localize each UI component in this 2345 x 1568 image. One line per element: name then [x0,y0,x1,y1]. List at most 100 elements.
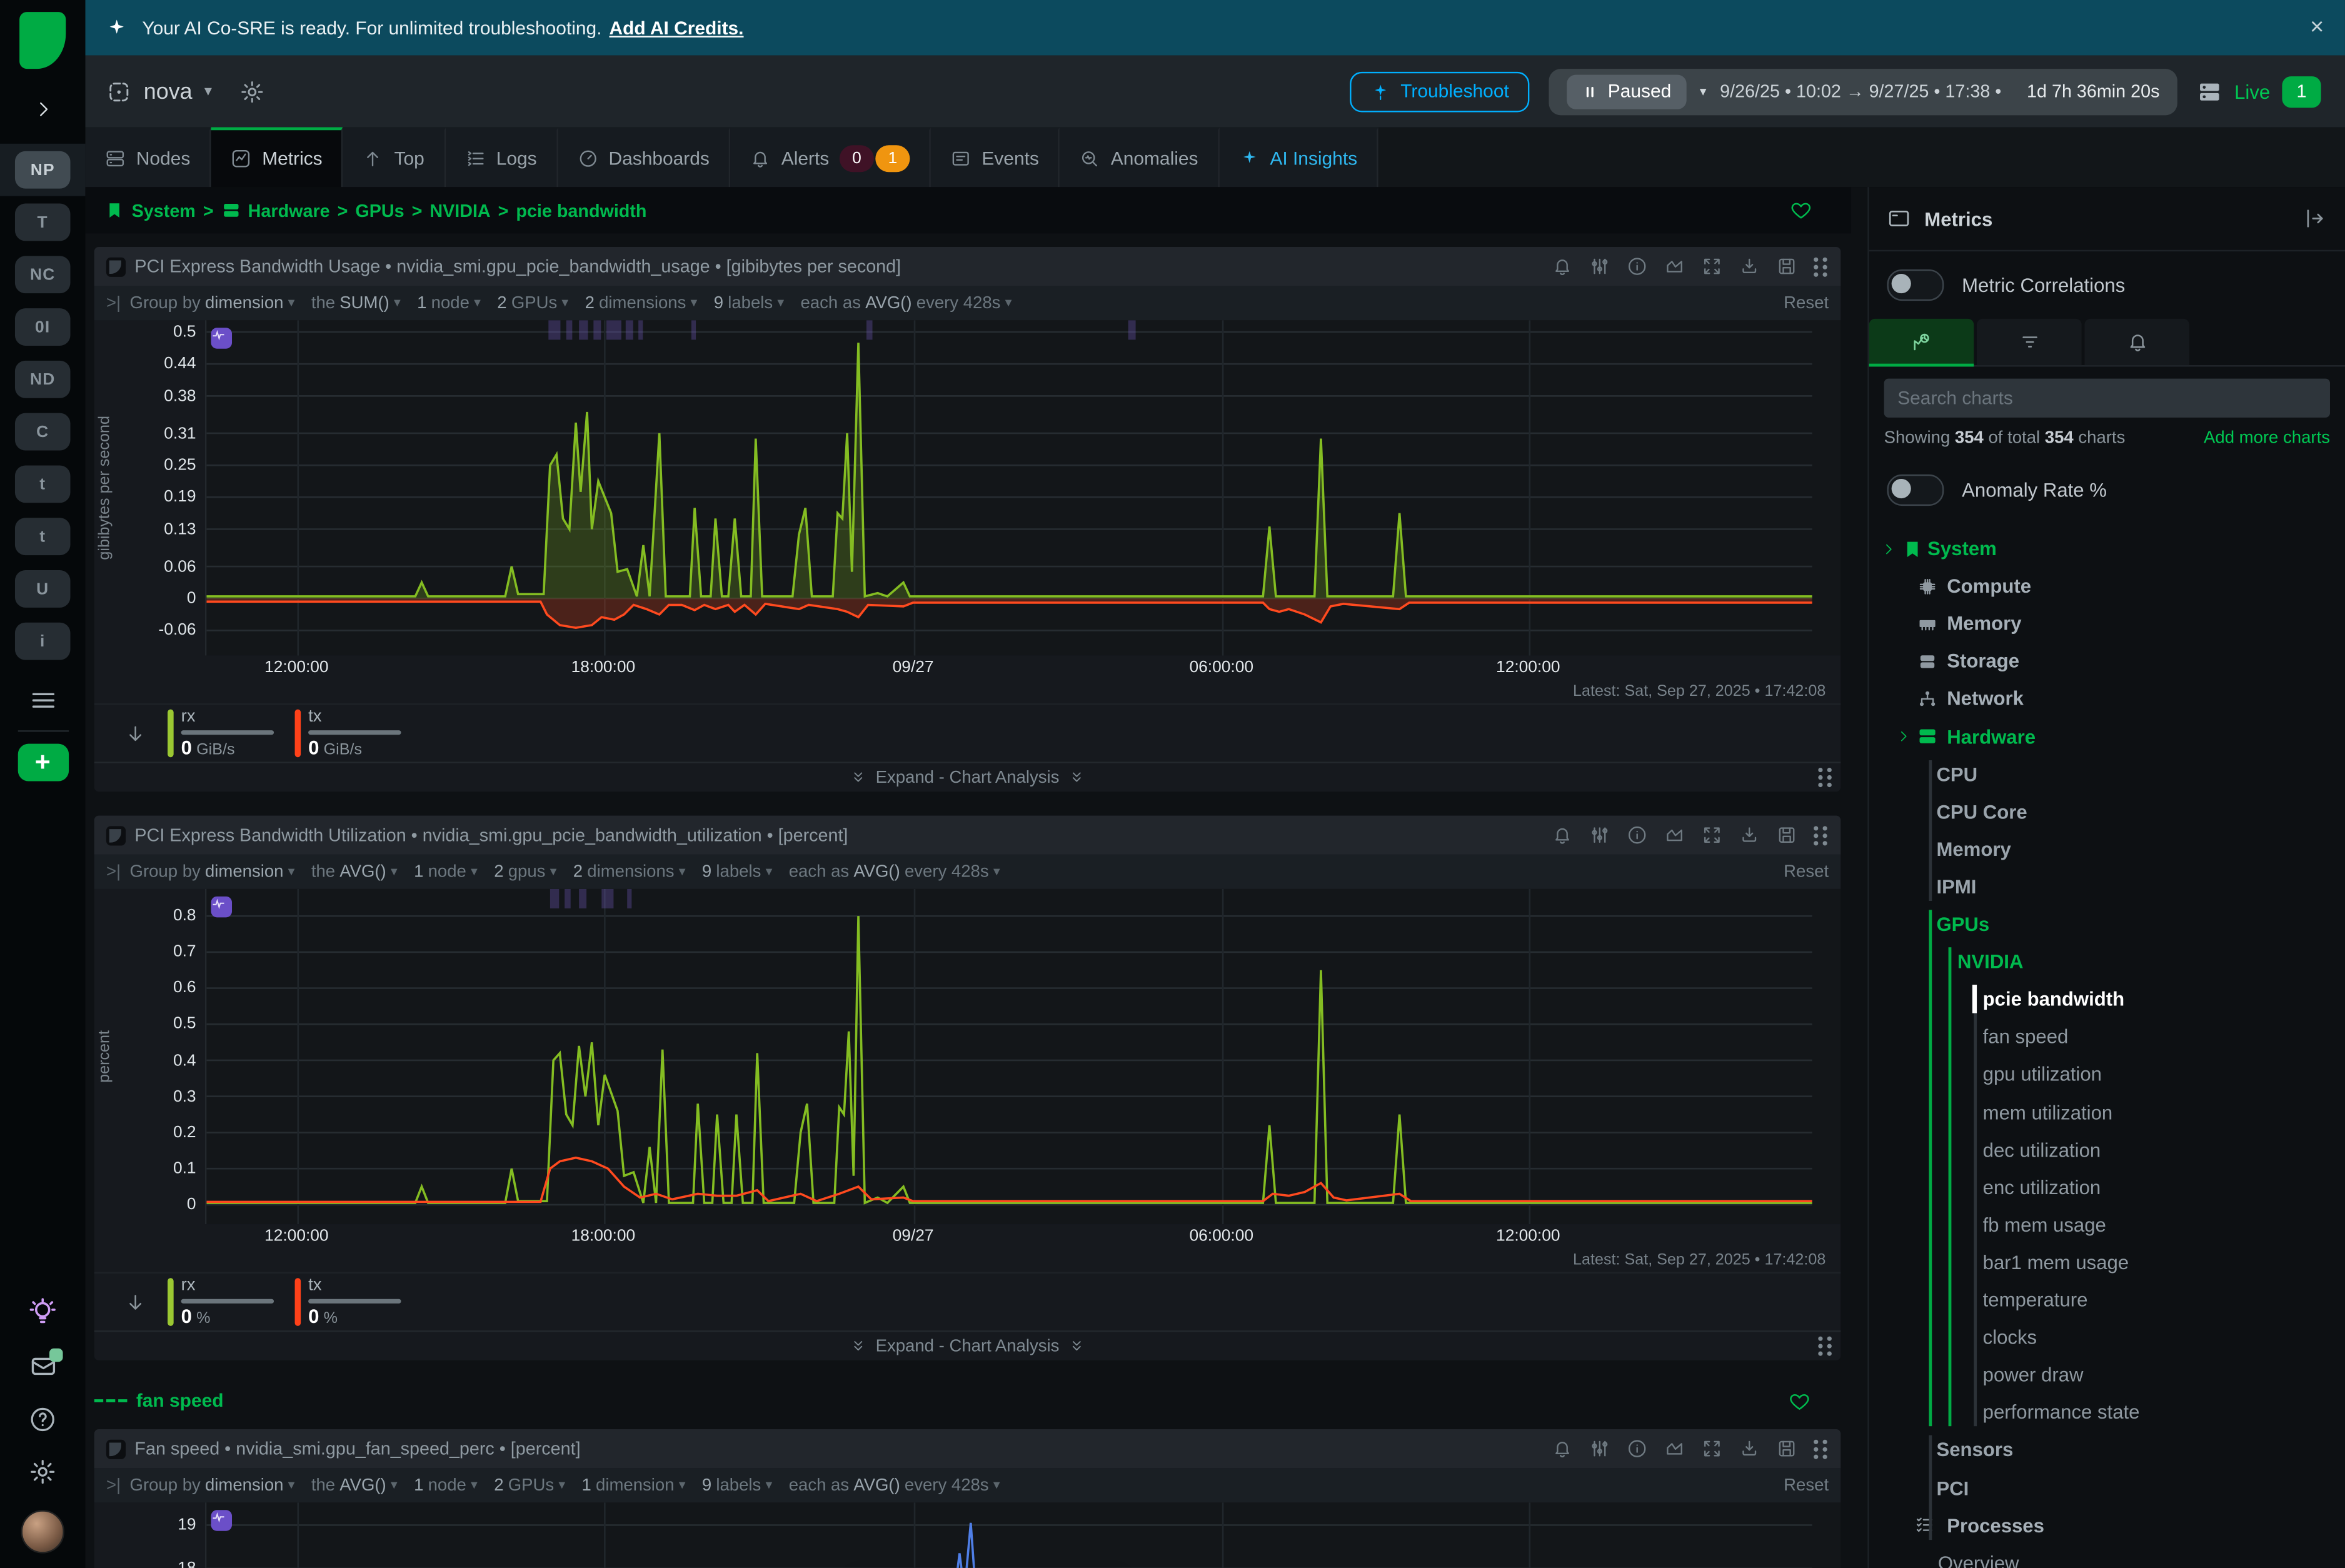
reset-button[interactable]: Reset [1784,863,1829,881]
tree-item-sensors[interactable]: Sensors [1869,1431,2345,1469]
user-avatar[interactable] [21,1510,64,1553]
expand-rail-icon[interactable] [32,96,53,123]
collapse-sidebar-icon[interactable] [2303,206,2327,230]
resize-handle-icon[interactable] [1818,1337,1833,1356]
toolbar-chip[interactable]: 2 GPUs▾ [497,294,568,312]
toolbar-chip[interactable]: 2 gpus▾ [494,863,556,881]
tab-events[interactable]: Events [931,127,1060,187]
rail-node-1[interactable]: T [0,196,85,249]
tree-item-network[interactable]: Network [1869,680,2345,718]
chart-plot[interactable] [205,889,1840,1224]
toolbar-chip[interactable]: Group by dimension▾ [130,294,295,312]
toolbar-chip[interactable]: 9 labels▾ [714,294,785,312]
help-icon[interactable] [28,1405,56,1434]
tree-item-processes[interactable]: Processes [1869,1506,2345,1544]
resize-handle-icon[interactable] [1818,768,1833,787]
toolbar-chip[interactable]: 2 GPUs▾ [494,1476,565,1494]
crumb-4[interactable]: pcie bandwidth [516,200,646,221]
toolbar-chip[interactable]: 1 dimension▾ [582,1476,686,1494]
tree-item-performance-state[interactable]: performance state [1869,1394,2345,1431]
add-node-button[interactable]: + [18,744,68,781]
metric-correlations-toggle[interactable] [1887,269,1944,301]
rail-node-5[interactable]: C [0,406,85,458]
workspace-switcher[interactable]: nova ▾ [106,79,264,104]
live-status[interactable]: Live 1 [2197,76,2321,107]
anomaly-badge-icon[interactable] [211,897,233,918]
tree-item-gpus[interactable]: GPUs [1869,905,2345,943]
sidebar-tab-alerts[interactable] [2084,319,2189,365]
drag-handle-icon[interactable] [1814,1439,1829,1459]
anomaly-badge-icon[interactable] [211,328,233,349]
inbox-icon[interactable] [28,1352,58,1382]
tab-ai-insights[interactable]: AI Insights [1219,127,1378,187]
reset-button[interactable]: Reset [1784,294,1829,312]
tab-top[interactable]: Top [343,127,445,187]
tab-alerts[interactable]: Alerts01 [730,127,931,187]
tree-item-nvidia[interactable]: NVIDIA [1869,943,2345,980]
toolbar-chip[interactable]: 2 dimensions▾ [573,863,686,881]
toolbar-chip[interactable]: 1 node▾ [414,863,478,881]
rail-node-7[interactable]: t [0,510,85,563]
tab-dashboards[interactable]: Dashboards [558,127,730,187]
drag-handle-icon[interactable] [1814,825,1829,845]
crumb-3[interactable]: NVIDIA [429,200,490,221]
section-fan-speed[interactable]: fan speed [94,1381,1840,1420]
tab-nodes[interactable]: Nodes [85,127,211,187]
tab-logs[interactable]: Logs [445,127,558,187]
crumb-2[interactable]: GPUs [355,200,404,221]
add-ai-credits-link[interactable]: Add AI Credits. [609,18,743,39]
tree-item-overview[interactable]: Overview [1869,1544,2345,1568]
toolbar-chip[interactable]: each as AVG() every 428s▾ [801,294,1012,312]
tree-item-compute[interactable]: Compute [1869,567,2345,605]
tree-item-gpu-utilization[interactable]: gpu utilization [1869,1055,2345,1093]
expand-chart-analysis[interactable]: Expand - Chart Analysis [94,1330,1840,1360]
tree-item-hardware[interactable]: Hardware [1869,718,2345,755]
reset-button[interactable]: Reset [1784,1476,1829,1494]
chart-type-icon[interactable] [106,1439,126,1459]
crumb-1[interactable]: Hardware [248,200,330,221]
toolbar-chip[interactable]: Group by dimension▾ [130,1476,295,1494]
chart-type-icon[interactable] [106,257,126,276]
chart-type-icon[interactable] [106,825,126,845]
legend-dim-tx[interactable]: tx0% [295,1278,401,1326]
search-input[interactable] [1884,379,2330,418]
toolbar-chip[interactable]: the AVG()▾ [311,863,398,881]
time-range-picker[interactable]: Paused ▾ 9/26/25 • 10:02 → 9/27/25 • 17:… [1549,68,2177,114]
tree-item-memory[interactable]: Memory [1869,830,2345,868]
tree-item-power-draw[interactable]: power draw [1869,1356,2345,1394]
tree-item-system[interactable]: System [1869,530,2345,567]
tree-item-cpu-core[interactable]: CPU Core [1869,793,2345,830]
drag-handle-icon[interactable] [1814,257,1829,276]
toolbar-chip[interactable]: each as AVG() every 428s▾ [789,1476,1000,1494]
tree-item-clocks[interactable]: clocks [1869,1319,2345,1356]
chevron-right-icon[interactable] [1881,541,1896,556]
tree-item-cpu[interactable]: CPU [1869,755,2345,793]
legend-dim-rx[interactable]: rx0GiB/s [168,710,274,758]
toolbar-chip[interactable]: Group by dimension▾ [130,863,295,881]
legend-sort-icon[interactable] [124,1291,147,1314]
favorite-heart-icon[interactable] [1790,199,1812,221]
anomaly-badge-icon[interactable] [211,1510,233,1531]
settings-icon[interactable] [28,1457,56,1485]
toolbar-chip[interactable]: the SUM()▾ [311,294,401,312]
rail-node-0[interactable]: NP [0,144,85,196]
banner-close-icon[interactable]: × [2310,16,2324,39]
legend-sort-icon[interactable] [124,722,147,745]
tree-item-temperature[interactable]: temperature [1869,1281,2345,1319]
tree-item-pci[interactable]: PCI [1869,1469,2345,1506]
legend-dim-rx[interactable]: rx0% [168,1278,274,1326]
add-more-charts-link[interactable]: Add more charts [2204,430,2330,448]
toolbar-chip[interactable]: 1 node▾ [417,294,481,312]
tree-item-dec-utilization[interactable]: dec utilization [1869,1131,2345,1168]
troubleshoot-button[interactable]: Troubleshoot [1350,71,1530,112]
netdata-logo[interactable] [19,12,66,69]
toolbar-chip[interactable]: 1 node▾ [414,1476,478,1494]
chart-plot[interactable]: Sat, Sep 27, 2025 • 17:42:08 [205,1502,1840,1568]
rail-menu-icon[interactable] [28,685,58,715]
toolbar-chip[interactable]: the AVG()▾ [311,1476,398,1494]
tree-item-fan-speed[interactable]: fan speed [1869,1018,2345,1055]
chevron-right-icon[interactable] [1896,729,1911,744]
toolbar-chip[interactable]: 9 labels▾ [702,863,773,881]
sidebar-tab-charts[interactable] [1869,319,1974,365]
tree-item-memory[interactable]: Memory [1869,605,2345,643]
